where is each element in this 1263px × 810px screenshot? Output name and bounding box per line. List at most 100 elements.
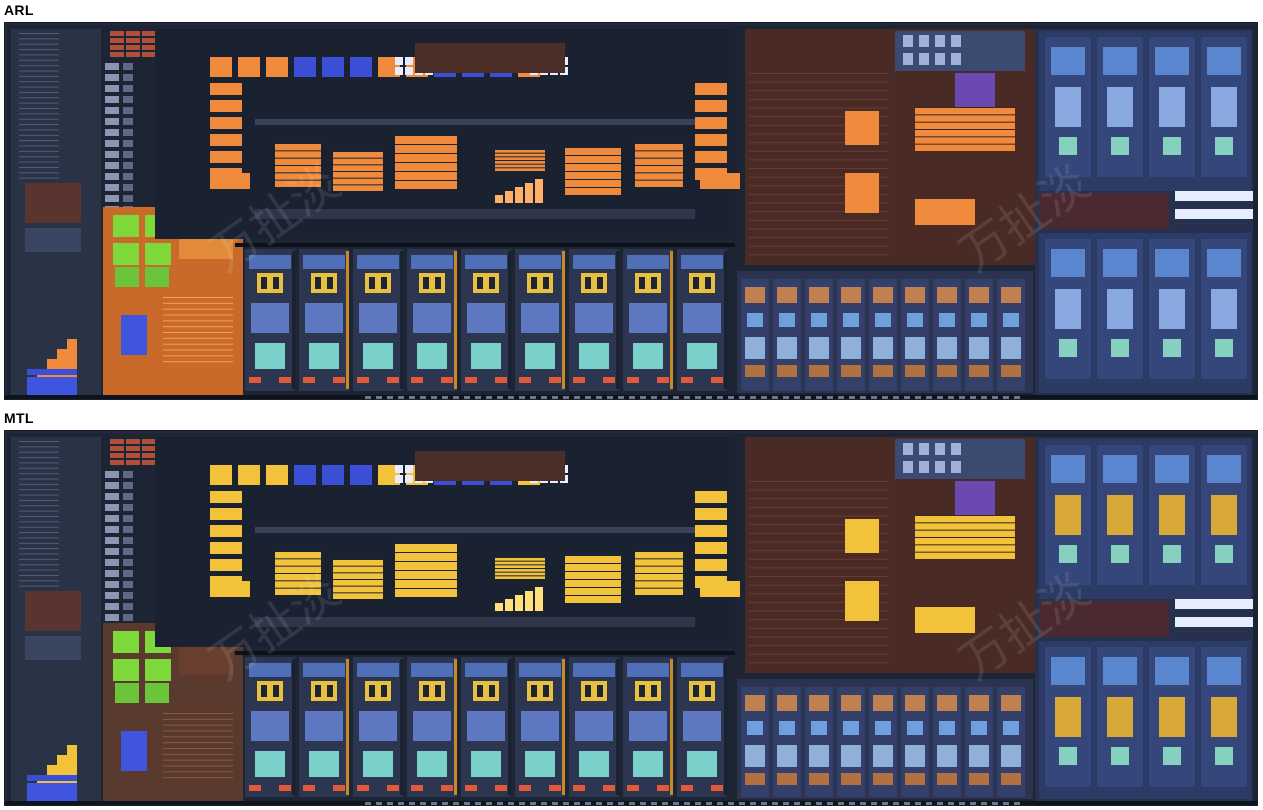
- die-bottom-pad: [816, 802, 822, 805]
- llc-tint-line: [915, 114, 1015, 116]
- core-tile-yellow: [473, 681, 499, 701]
- io-strip-line: [19, 33, 59, 34]
- llc-line: [749, 481, 889, 482]
- die-bottom-pad: [761, 396, 767, 399]
- gpu-eu-cyan: [1215, 747, 1233, 765]
- die-bottom-pad: [959, 802, 965, 805]
- llc-top-cell: [951, 53, 961, 65]
- io-strip-line: [19, 521, 59, 523]
- core-tile-yellow: [635, 681, 661, 701]
- cache-slab-line: [395, 570, 457, 571]
- die-bottom-pad: [827, 396, 833, 399]
- cache-slab-line: [395, 543, 457, 544]
- gpu-eu-core: [1159, 87, 1185, 127]
- die-bottom-pad: [882, 396, 888, 399]
- side-tint-cell: [210, 83, 242, 95]
- die-bottom-pad: [475, 396, 481, 399]
- media-line: [163, 320, 233, 322]
- die-bottom-pad: [519, 802, 525, 805]
- die-bottom-pad: [519, 396, 525, 399]
- llc-line: [749, 636, 889, 638]
- ecore-tile-blue: [971, 313, 987, 327]
- die-bottom-pad: [651, 802, 657, 805]
- io-blue-bar: [27, 369, 77, 375]
- side-tint-cell: [700, 173, 740, 189]
- l2-cell: [210, 57, 232, 77]
- ecore-tile-block: [905, 337, 925, 359]
- core-tile-cyan: [417, 751, 447, 777]
- core-tile-block: [467, 303, 505, 333]
- die-bottom-pad: [409, 802, 415, 805]
- io-strip-line: [19, 102, 59, 104]
- core-tile-gap: [273, 685, 279, 697]
- core-tile-edge: [508, 659, 511, 795]
- gpu-eu-core: [1159, 697, 1185, 737]
- gpu-eu-core: [1107, 289, 1133, 329]
- core-tile-yellow: [689, 681, 715, 701]
- die-bottom-pad: [662, 396, 668, 399]
- media-green-tile: [145, 267, 169, 287]
- gpu-eu-detail: [1103, 249, 1137, 277]
- core-tile-yellow: [689, 273, 715, 293]
- gpu-eu-cyan: [1215, 339, 1233, 357]
- llc-tint-line: [915, 551, 1015, 553]
- die-bottom-pad: [607, 396, 613, 399]
- die-bottom-pad: [750, 802, 756, 805]
- ecore-tile-red: [841, 365, 861, 377]
- core-tile-gap: [639, 277, 645, 289]
- core-tile-gap: [369, 685, 375, 697]
- ecore-tile-block: [873, 337, 893, 359]
- io-red-cells: [110, 460, 124, 465]
- llc-top-cell: [919, 443, 929, 455]
- io-red-cells: [126, 38, 140, 43]
- io-strip-line: [19, 585, 59, 587]
- core-tile-red: [627, 377, 639, 383]
- io-red-cells: [142, 460, 156, 465]
- core-tile-detail: [627, 663, 669, 677]
- media-line: [163, 297, 233, 298]
- die-bottom-pad: [585, 396, 591, 399]
- core-tile-block: [467, 711, 505, 741]
- io-cell: [123, 85, 133, 92]
- io-blue-block: [27, 783, 77, 801]
- gpu-eu-detail: [1155, 249, 1189, 277]
- core-tile-edge: [508, 251, 511, 389]
- ecore-tile-block: [809, 745, 829, 767]
- die-bottom-pad: [508, 802, 514, 805]
- core-tile-gap: [531, 685, 537, 697]
- media-green-tile: [115, 683, 139, 703]
- gpu-eu-core: [1055, 495, 1081, 535]
- cache-slab-line: [635, 143, 683, 144]
- io-cell: [123, 559, 133, 566]
- core-tile-block: [305, 303, 343, 333]
- media-line: [163, 724, 233, 726]
- media-line: [163, 759, 233, 761]
- io-cell: [123, 592, 133, 599]
- io-cell: [123, 151, 133, 158]
- gpu-eu-detail: [1051, 47, 1085, 75]
- media-blue-block: [121, 731, 147, 771]
- io-red-cells: [126, 439, 140, 444]
- io-red-cells: [110, 52, 124, 57]
- cache-slab-line: [275, 150, 321, 152]
- llc-line: [749, 254, 889, 256]
- ecore-tile-block: [937, 745, 957, 767]
- llc-line: [749, 645, 889, 647]
- cache-slab-line: [275, 143, 321, 144]
- core-tile-edge: [454, 251, 457, 389]
- l2-cell: [238, 465, 260, 485]
- cache-step: [515, 595, 523, 611]
- mtl-die-shot: 万扯淡 万扯淡: [4, 430, 1258, 806]
- core-tile-yellow: [311, 681, 337, 701]
- io-pad-block: [25, 636, 81, 660]
- ecore-tile-detail: [905, 287, 925, 303]
- cache-step: [505, 191, 513, 203]
- mtl-label: MTL: [4, 410, 34, 426]
- media-line: [163, 771, 233, 773]
- side-tint-cell: [695, 559, 727, 571]
- llc-line: [749, 228, 889, 230]
- llc-tint-line: [915, 129, 1015, 130]
- core-tile-block: [359, 711, 397, 741]
- gpu-eu-core: [1211, 289, 1237, 329]
- cache-step: [495, 603, 503, 611]
